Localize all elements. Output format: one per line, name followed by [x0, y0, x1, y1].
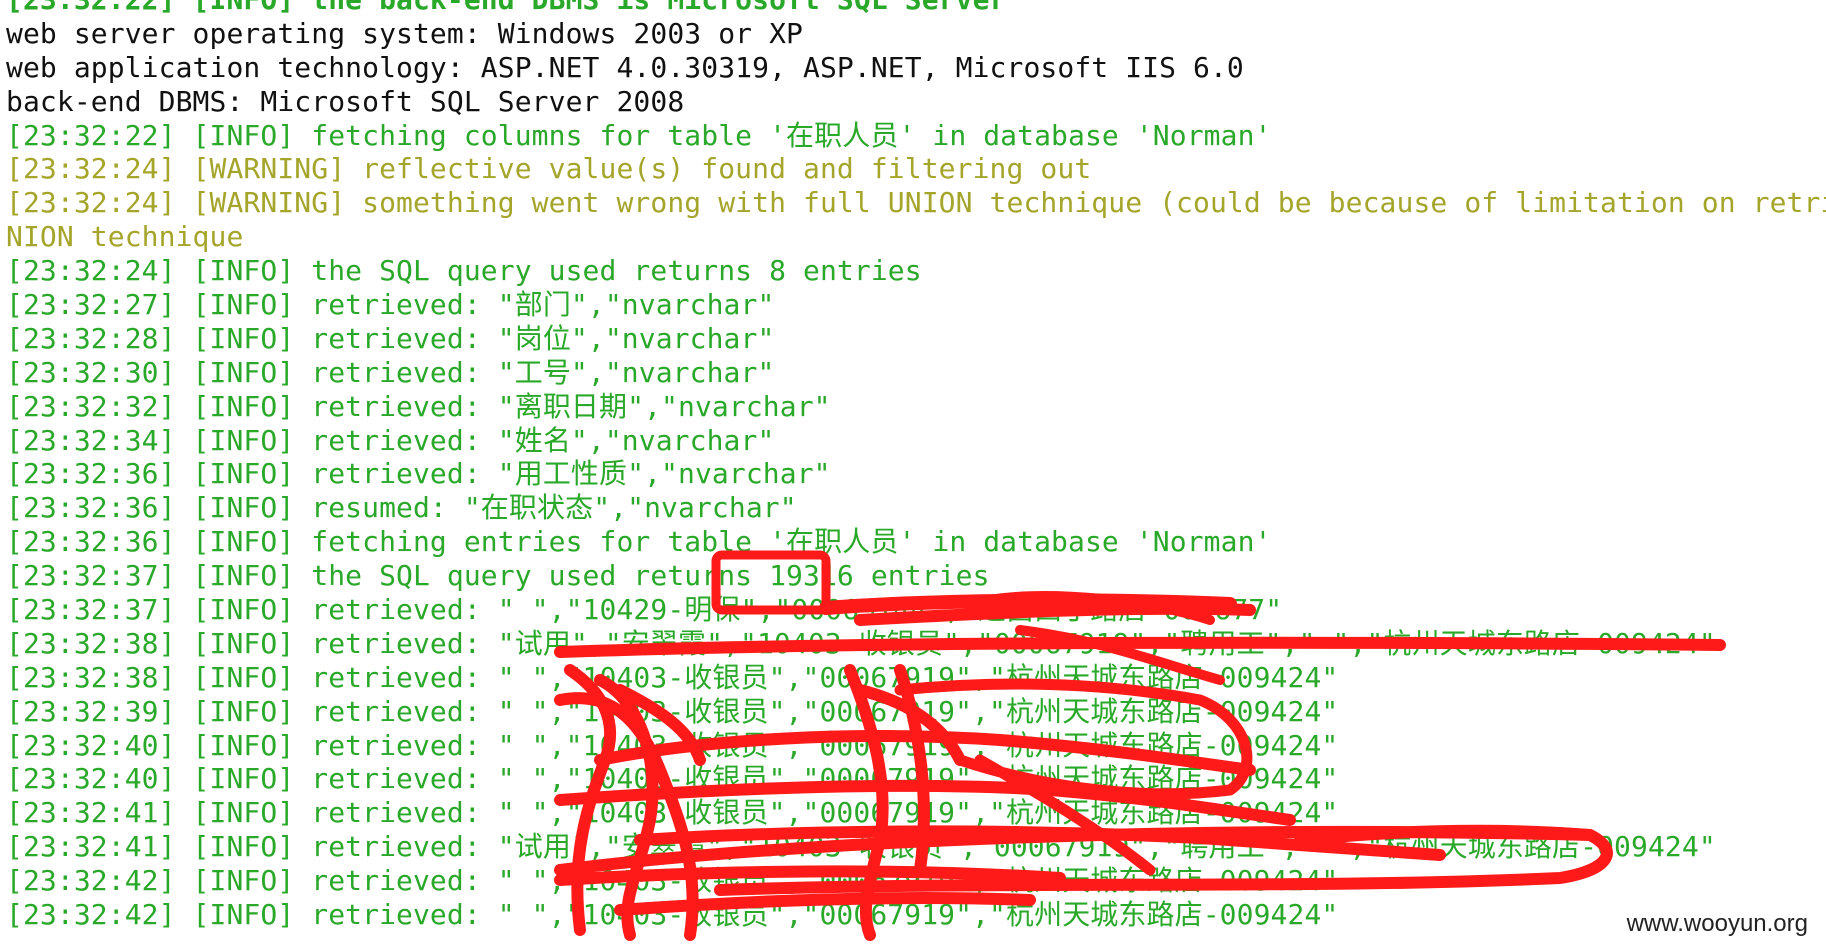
terminal-line: [23:32:42] [INFO] retrieved: " ","10403-…: [6, 898, 1339, 932]
terminal-line: [23:32:28] [INFO] retrieved: "岗位","nvarc…: [6, 321, 775, 355]
terminal-line: [23:32:24] [INFO] the SQL query used ret…: [6, 254, 922, 288]
terminal-line: [23:32:24] [WARNING] reflective value(s)…: [6, 152, 1092, 186]
terminal-line: [23:32:41] [INFO] retrieved: " ","10403-…: [6, 796, 1339, 830]
terminal-line: back-end DBMS: Microsoft SQL Server 2008: [6, 84, 685, 118]
terminal-line: [23:32:39] [INFO] retrieved: " ","10403-…: [6, 694, 1339, 728]
terminal-line: web server operating system: Windows 200…: [6, 16, 803, 50]
terminal-line: [23:32:24] [WARNING] something went wron…: [6, 186, 1826, 220]
terminal-line: [23:32:38] [INFO] retrieved: "试用","安翠霞",…: [6, 626, 1716, 660]
terminal-line: [23:32:40] [INFO] retrieved: " ","10403-…: [6, 762, 1339, 796]
terminal-line: [23:32:27] [INFO] retrieved: "部门","nvarc…: [6, 288, 775, 322]
terminal-line: [23:32:41] [INFO] retrieved: "试用","安翠霞",…: [6, 830, 1716, 864]
terminal-line: [23:32:22] [INFO] the back-end DBMS is M…: [0, 0, 1826, 17]
terminal-line: [23:32:36] [INFO] resumed: "在职状态","nvarc…: [6, 491, 797, 525]
terminal-line: [23:32:32] [INFO] retrieved: "离职日期","nva…: [6, 389, 831, 423]
watermark: www.wooyun.org: [1618, 908, 1816, 940]
terminal-line: NION technique: [6, 220, 244, 254]
terminal-line: [23:32:37] [INFO] the SQL query used ret…: [6, 559, 990, 593]
terminal-line: [23:32:30] [INFO] retrieved: "工号","nvarc…: [6, 355, 775, 389]
terminal-line: [23:32:42] [INFO] retrieved: " ","10403-…: [6, 864, 1339, 898]
terminal-line: [23:32:34] [INFO] retrieved: "姓名","nvarc…: [6, 423, 775, 457]
terminal-line: [23:32:37] [INFO] retrieved: " ","10429-…: [6, 593, 1283, 627]
terminal-line: web application technology: ASP.NET 4.0.…: [6, 50, 1244, 84]
terminal-line: [23:32:36] [INFO] retrieved: "用工性质","nva…: [6, 457, 831, 491]
terminal-line: [23:32:36] [INFO] fetching entries for t…: [6, 525, 1272, 559]
terminal-output: [23:32:22] [INFO] the back-end DBMS is M…: [0, 0, 1826, 932]
terminal-line: [23:32:22] [INFO] fetching columns for t…: [6, 118, 1272, 152]
terminal-line: [23:32:38] [INFO] retrieved: " ","10403-…: [6, 660, 1339, 694]
terminal-line: [23:32:40] [INFO] retrieved: " ","10403-…: [6, 728, 1339, 762]
